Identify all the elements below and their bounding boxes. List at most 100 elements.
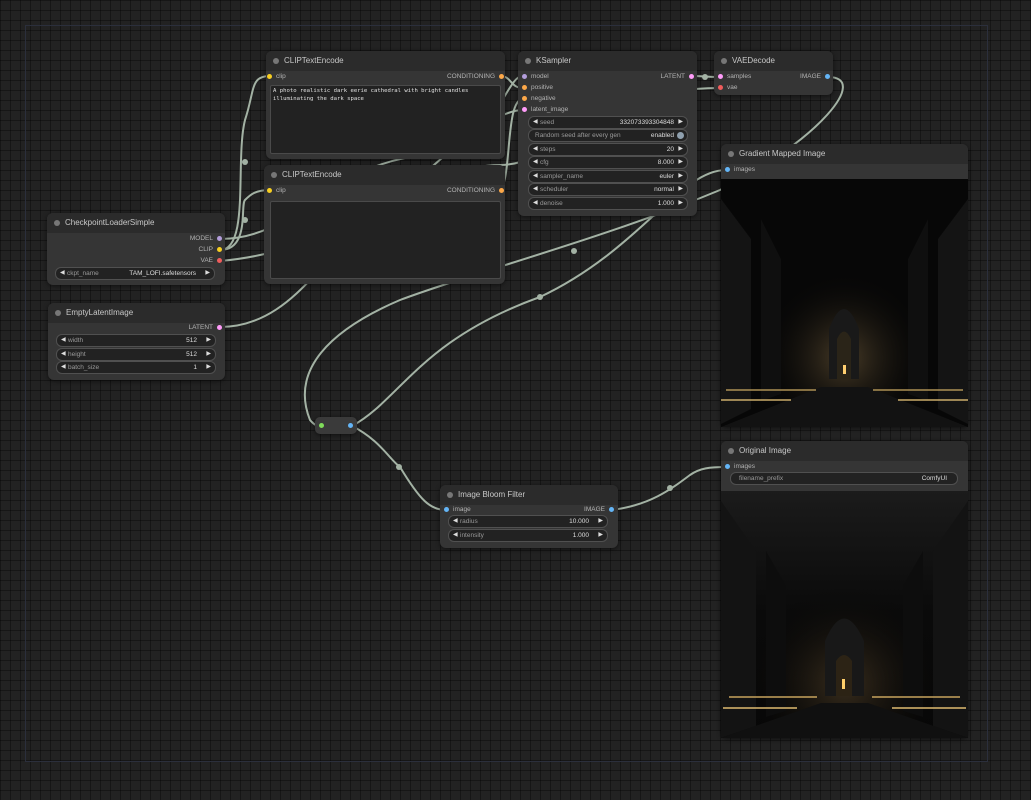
prompt-textarea[interactable]: A photo realistic dark eerie cathedral w…: [270, 85, 501, 154]
node-title-bar[interactable]: KSampler: [518, 51, 697, 71]
node-title-bar[interactable]: Gradient Mapped Image: [721, 144, 968, 164]
checkpoint-loader-node[interactable]: CheckpointLoaderSimple MODEL CLIP VAE ◀ …: [47, 213, 225, 285]
latent-socket-icon[interactable]: [522, 107, 527, 112]
increment-arrow-icon[interactable]: ▶: [678, 157, 683, 168]
collapse-dot-icon[interactable]: [728, 448, 734, 454]
input-clip-slot[interactable]: clip: [266, 185, 376, 197]
increment-arrow-icon[interactable]: ▶: [206, 362, 211, 373]
decrement-arrow-icon[interactable]: ◀: [61, 349, 66, 360]
collapse-dot-icon[interactable]: [271, 172, 277, 178]
seed-widget[interactable]: ◀ seed 332073393304848 ▶: [528, 116, 688, 129]
decrement-arrow-icon[interactable]: ◀: [533, 144, 538, 155]
conditioning-socket-icon[interactable]: [522, 85, 527, 90]
increment-arrow-icon[interactable]: ▶: [678, 144, 683, 155]
sampler-name-widget[interactable]: ◀ sampler_name euler ▶: [528, 170, 688, 183]
clip-text-encode-node-2[interactable]: CLIPTextEncode clip CONDITIONING: [264, 165, 505, 284]
conditioning-socket-icon[interactable]: [499, 188, 504, 193]
filename-prefix-widget[interactable]: filename_prefix ComfyUI: [730, 472, 958, 485]
next-option-arrow-icon[interactable]: ▶: [678, 184, 683, 195]
vae-decode-node[interactable]: VAEDecode samples IMAGE vae: [714, 51, 833, 95]
radius-widget[interactable]: ◀ radius 10.000 ▶: [448, 515, 608, 528]
original-image-node[interactable]: Original Image images filename_prefix Co…: [721, 441, 968, 738]
collapse-dot-icon[interactable]: [447, 492, 453, 498]
clip-text-encode-node-1[interactable]: CLIPTextEncode clip CONDITIONING A photo…: [266, 51, 505, 159]
increment-arrow-icon[interactable]: ▶: [598, 516, 603, 527]
output-conditioning-slot[interactable]: CONDITIONING: [375, 185, 505, 197]
decrement-arrow-icon[interactable]: ◀: [453, 530, 458, 541]
collapse-dot-icon[interactable]: [525, 58, 531, 64]
clip-socket-icon[interactable]: [217, 247, 222, 252]
intensity-widget[interactable]: ◀ intensity 1.000 ▶: [448, 529, 608, 542]
collapse-dot-icon[interactable]: [54, 220, 60, 226]
model-socket-icon[interactable]: [217, 236, 222, 241]
vae-socket-icon[interactable]: [718, 85, 723, 90]
previous-option-arrow-icon[interactable]: ◀: [60, 268, 65, 279]
next-option-arrow-icon[interactable]: ▶: [205, 268, 210, 279]
random-seed-toggle[interactable]: Random seed after every gen enabled: [528, 129, 688, 142]
prompt-textarea[interactable]: [270, 201, 501, 279]
increment-arrow-icon[interactable]: ▶: [678, 198, 683, 209]
denoise-widget[interactable]: ◀ denoise 1.000 ▶: [528, 197, 688, 210]
model-socket-icon[interactable]: [522, 74, 527, 79]
input-latent-image-slot[interactable]: latent_image: [521, 104, 621, 116]
decrement-arrow-icon[interactable]: ◀: [533, 117, 538, 128]
height-widget[interactable]: ◀ height 512 ▶: [56, 348, 216, 361]
node-title-bar[interactable]: CheckpointLoaderSimple: [47, 213, 225, 233]
image-socket-icon[interactable]: [825, 74, 830, 79]
image-bloom-filter-node[interactable]: Image Bloom Filter image IMAGE ◀ radius …: [440, 485, 618, 548]
empty-latent-image-node[interactable]: EmptyLatentImage LATENT ◀ width 512 ▶ ◀ …: [48, 303, 225, 380]
output-latent-slot[interactable]: LATENT: [143, 322, 223, 334]
decrement-arrow-icon[interactable]: ◀: [533, 198, 538, 209]
input-vae-slot[interactable]: vae: [717, 82, 782, 94]
ckpt-name-widget[interactable]: ◀ ckpt_name TAM_LOFI.safetensors ▶: [55, 267, 215, 280]
decrement-arrow-icon[interactable]: ◀: [533, 157, 538, 168]
collapse-dot-icon[interactable]: [728, 151, 734, 157]
increment-arrow-icon[interactable]: ▶: [598, 530, 603, 541]
vae-socket-icon[interactable]: [217, 258, 222, 263]
decrement-arrow-icon[interactable]: ◀: [61, 362, 66, 373]
collapse-dot-icon[interactable]: [55, 310, 61, 316]
node-title-bar[interactable]: Image Bloom Filter: [440, 485, 618, 505]
clip-socket-icon[interactable]: [267, 74, 272, 79]
increment-arrow-icon[interactable]: ▶: [206, 349, 211, 360]
previous-option-arrow-icon[interactable]: ◀: [533, 171, 538, 182]
conditioning-socket-icon[interactable]: [499, 74, 504, 79]
image-socket-icon[interactable]: [609, 507, 614, 512]
output-latent-slot[interactable]: LATENT: [615, 71, 695, 83]
output-vae-slot[interactable]: VAE: [143, 255, 223, 267]
collapse-dot-icon[interactable]: [721, 58, 727, 64]
latent-socket-icon[interactable]: [217, 325, 222, 330]
clip-socket-icon[interactable]: [267, 188, 272, 193]
latent-socket-icon[interactable]: [689, 74, 694, 79]
node-title-bar[interactable]: CLIPTextEncode: [266, 51, 505, 71]
node-title-bar[interactable]: VAEDecode: [714, 51, 833, 71]
scheduler-widget[interactable]: ◀ scheduler normal ▶: [528, 183, 688, 196]
node-title-bar[interactable]: Original Image: [721, 441, 968, 461]
decrement-arrow-icon[interactable]: ◀: [453, 516, 458, 527]
output-conditioning-slot[interactable]: CONDITIONING: [375, 71, 505, 83]
input-clip-slot[interactable]: clip: [266, 71, 376, 83]
reroute-input-socket-icon[interactable]: [319, 423, 324, 428]
reroute-output-socket-icon[interactable]: [348, 423, 353, 428]
toggle-knob-icon[interactable]: [677, 132, 684, 139]
increment-arrow-icon[interactable]: ▶: [678, 117, 683, 128]
increment-arrow-icon[interactable]: ▶: [206, 335, 211, 346]
input-images-slot[interactable]: images: [724, 164, 814, 176]
steps-widget[interactable]: ◀ steps 20 ▶: [528, 143, 688, 156]
node-title-bar[interactable]: EmptyLatentImage: [48, 303, 225, 323]
previous-option-arrow-icon[interactable]: ◀: [533, 184, 538, 195]
reroute-node[interactable]: [315, 417, 357, 434]
latent-socket-icon[interactable]: [718, 74, 723, 79]
gradient-mapped-image-node[interactable]: Gradient Mapped Image images: [721, 144, 968, 427]
width-widget[interactable]: ◀ width 512 ▶: [56, 334, 216, 347]
ksampler-node[interactable]: KSampler model LATENT positive negative …: [518, 51, 697, 216]
cfg-widget[interactable]: ◀ cfg 8.000 ▶: [528, 156, 688, 169]
decrement-arrow-icon[interactable]: ◀: [61, 335, 66, 346]
image-socket-icon[interactable]: [444, 507, 449, 512]
image-socket-icon[interactable]: [725, 167, 730, 172]
image-socket-icon[interactable]: [725, 464, 730, 469]
node-title-bar[interactable]: CLIPTextEncode: [264, 165, 505, 185]
batch-size-widget[interactable]: ◀ batch_size 1 ▶: [56, 361, 216, 374]
collapse-dot-icon[interactable]: [273, 58, 279, 64]
next-option-arrow-icon[interactable]: ▶: [678, 171, 683, 182]
